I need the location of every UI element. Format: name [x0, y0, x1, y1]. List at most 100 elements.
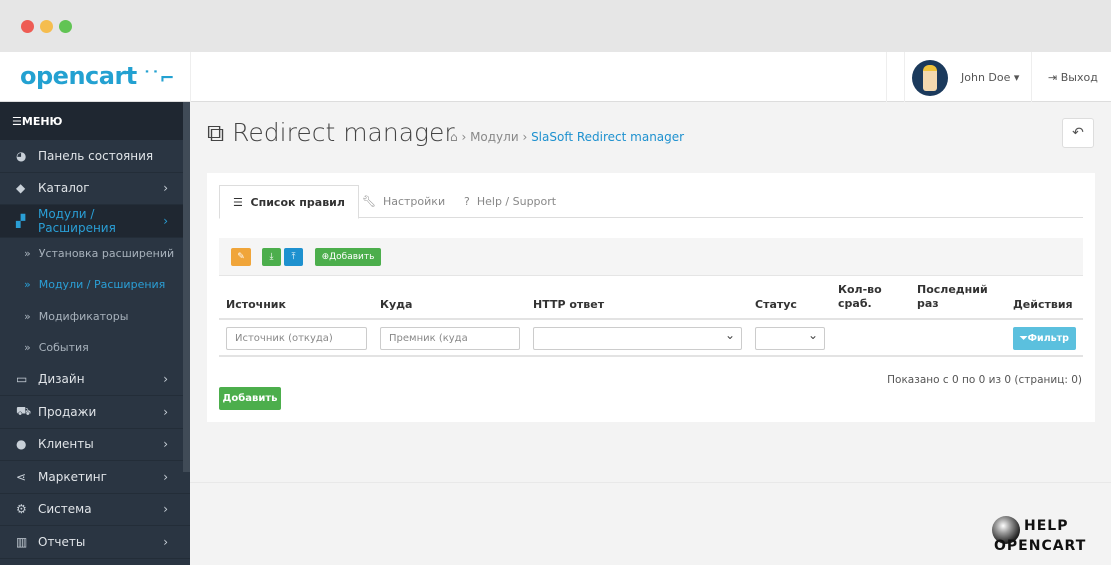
- sidebar-item-label: Панель состояния: [38, 148, 154, 163]
- sidebar: ☰МЕНЮ ◕ Панель состояния ◆ Каталог › ▞ Модули …: [0, 102, 190, 565]
- sidebar-item-2[interactable]: ◆ Каталог ›: [0, 173, 190, 205]
- eraser-icon: ✎: [237, 252, 245, 262]
- add-button[interactable]: Добавить: [219, 387, 281, 410]
- window-titlebar: [0, 0, 1111, 52]
- toolbar: ✎ ⤓ ⤒ ⊕Добавить: [219, 238, 1083, 276]
- sidebar-item-3[interactable]: » Модификаторы: [0, 300, 190, 332]
- external-link-icon: ⧉: [207, 119, 225, 147]
- user-name: John Doe: [961, 71, 1011, 84]
- sidebar-item-label: Клиенты: [38, 437, 94, 452]
- sidebar-item-1[interactable]: » Установка расширений: [0, 237, 190, 269]
- filter-icon: ⏷: [1020, 333, 1028, 344]
- sidebar-item-3[interactable]: ● Клиенты ›: [0, 429, 190, 461]
- upload-button[interactable]: ⤒: [284, 248, 303, 266]
- filter-button[interactable]: ⏷Фильтр: [1013, 327, 1076, 350]
- sidebar-item-2[interactable]: » Модули / Расширения: [0, 269, 190, 301]
- user-menu[interactable]: John Doe ▾: [961, 71, 1019, 84]
- logout-label: Выход: [1060, 71, 1098, 84]
- col-actions: Действия: [1013, 298, 1073, 311]
- minimize-window-button[interactable]: [40, 20, 53, 33]
- back-button[interactable]: ↶: [1062, 118, 1094, 148]
- chevron-right-icon: ›: [163, 437, 168, 452]
- col-http: HTTP ответ: [533, 298, 605, 311]
- col-source: Источник: [226, 298, 286, 311]
- sidebar-item-4[interactable]: » События: [0, 332, 190, 364]
- sidebar-item-6[interactable]: ▥ Отчеты ›: [0, 526, 190, 559]
- share-icon: ⋖: [16, 469, 27, 484]
- sidebar-item-label: Маркетинг: [38, 469, 107, 484]
- col-target: Куда: [380, 298, 413, 311]
- menu-toggle[interactable]: ☰МЕНЮ: [0, 102, 190, 140]
- logout-link[interactable]: ⇥ Выход: [1048, 71, 1098, 84]
- plus-circle-icon: ⊕: [321, 252, 330, 262]
- eraser-button[interactable]: ✎: [231, 248, 251, 266]
- avatar[interactable]: [912, 60, 948, 96]
- target-filter-input[interactable]: Премник (куда: [380, 327, 520, 350]
- status-select[interactable]: [755, 327, 825, 350]
- wrench-icon: 🔧︎: [362, 195, 376, 208]
- sidebar-item-1[interactable]: ▭ Дизайн ›: [0, 364, 190, 396]
- dashboard-icon: ◕: [16, 148, 27, 163]
- close-window-button[interactable]: [21, 20, 34, 33]
- chevron-right-icon: ›: [163, 534, 168, 549]
- chevron-right-icon: ›: [163, 404, 168, 419]
- sidebar-item-2[interactable]: ⛟ Продажи ›: [0, 396, 190, 429]
- sidebar-item-3[interactable]: ▞ Модули / Расширения ›: [0, 205, 190, 238]
- col-last: Последний раз: [917, 283, 988, 310]
- breadcrumb: ⌂ › Модули › SlaSoft Redirect manager: [450, 130, 685, 144]
- sidebar-item-label: Система: [38, 502, 92, 517]
- cog-icon: ⚙: [16, 502, 27, 517]
- sidebar-item-label: Каталог: [38, 181, 90, 196]
- content-panel: ☰ Список правил 🔧︎ Настройки ? Help / Su…: [207, 173, 1095, 422]
- chevron-right-icon: ›: [163, 213, 168, 228]
- tab-rules-list[interactable]: ☰ Список правил: [219, 185, 359, 219]
- sidebar-item-label: Отчеты: [38, 534, 86, 549]
- opencart-logo[interactable]: opencart ˙˙⌐: [20, 62, 175, 90]
- home-icon[interactable]: ⌂: [450, 130, 458, 144]
- sidebar-item-1[interactable]: ◕ Панель состояния: [0, 140, 190, 173]
- bars-icon: ☰: [12, 115, 22, 128]
- desktop-icon: ▭: [16, 372, 28, 387]
- chevron-right-icon: ›: [163, 181, 168, 196]
- angle-double-right-icon: »: [24, 278, 31, 292]
- sidebar-subitem-label: Модули / Расширения: [38, 278, 166, 292]
- toolbar-add-button[interactable]: ⊕Добавить: [315, 248, 381, 266]
- cart-icon: ⛟: [16, 403, 32, 418]
- breadcrumb-modules[interactable]: Модули: [470, 130, 519, 144]
- list-icon: ☰: [233, 196, 243, 209]
- angle-double-right-icon: »: [24, 309, 31, 323]
- chevron-right-icon: ›: [163, 502, 168, 517]
- sidebar-item-5[interactable]: ⚙ Система ›: [0, 494, 190, 526]
- puzzle-icon: ▞: [16, 213, 26, 228]
- sidebar-subitem-label: События: [38, 341, 89, 355]
- tab-help[interactable]: ? Help / Support: [451, 185, 569, 218]
- sidebar-subitem-label: Установка расширений: [38, 246, 175, 260]
- page-title: ⧉ Redirect manager: [207, 118, 455, 147]
- sidebar-item-label: Дизайн: [38, 372, 85, 387]
- breadcrumb-redirect-manager[interactable]: SlaSoft Redirect manager: [531, 130, 684, 144]
- sidebar-item-label: Продажи: [38, 404, 97, 419]
- maximize-window-button[interactable]: [59, 20, 72, 33]
- chevron-right-icon: ›: [163, 469, 168, 484]
- user-icon: ●: [16, 437, 27, 452]
- tab-settings[interactable]: 🔧︎ Настройки: [349, 185, 458, 218]
- source-filter-input[interactable]: Источник (откуда): [226, 327, 367, 350]
- reply-icon: ↶: [1072, 125, 1084, 141]
- question-icon: ?: [464, 195, 470, 208]
- angle-double-right-icon: »: [24, 246, 31, 260]
- sidebar-scrollbar[interactable]: [183, 102, 190, 472]
- angle-double-right-icon: »: [24, 341, 31, 355]
- col-count: Кол-во сраб.: [838, 283, 882, 310]
- tags-icon: ◆: [16, 181, 26, 196]
- sidebar-item-4[interactable]: ⋖ Маркетинг ›: [0, 461, 190, 494]
- caret-down-icon: ▾: [1013, 71, 1020, 84]
- help-opencart-watermark: HELP OPENCART: [992, 516, 1087, 554]
- download-icon: ⤓: [269, 252, 274, 262]
- bar-chart-icon: ▥: [16, 534, 28, 549]
- http-response-select[interactable]: [533, 327, 742, 350]
- top-header: opencart ˙˙⌐ John Doe ▾ ⇥ Выход: [0, 52, 1111, 102]
- upload-icon: ⤒: [291, 252, 296, 262]
- sidebar-item-label: Модули / Расширения: [37, 206, 116, 235]
- download-button[interactable]: ⤓: [262, 248, 281, 266]
- tabs: ☰ Список правил 🔧︎ Настройки ? Help / Su…: [219, 185, 1083, 219]
